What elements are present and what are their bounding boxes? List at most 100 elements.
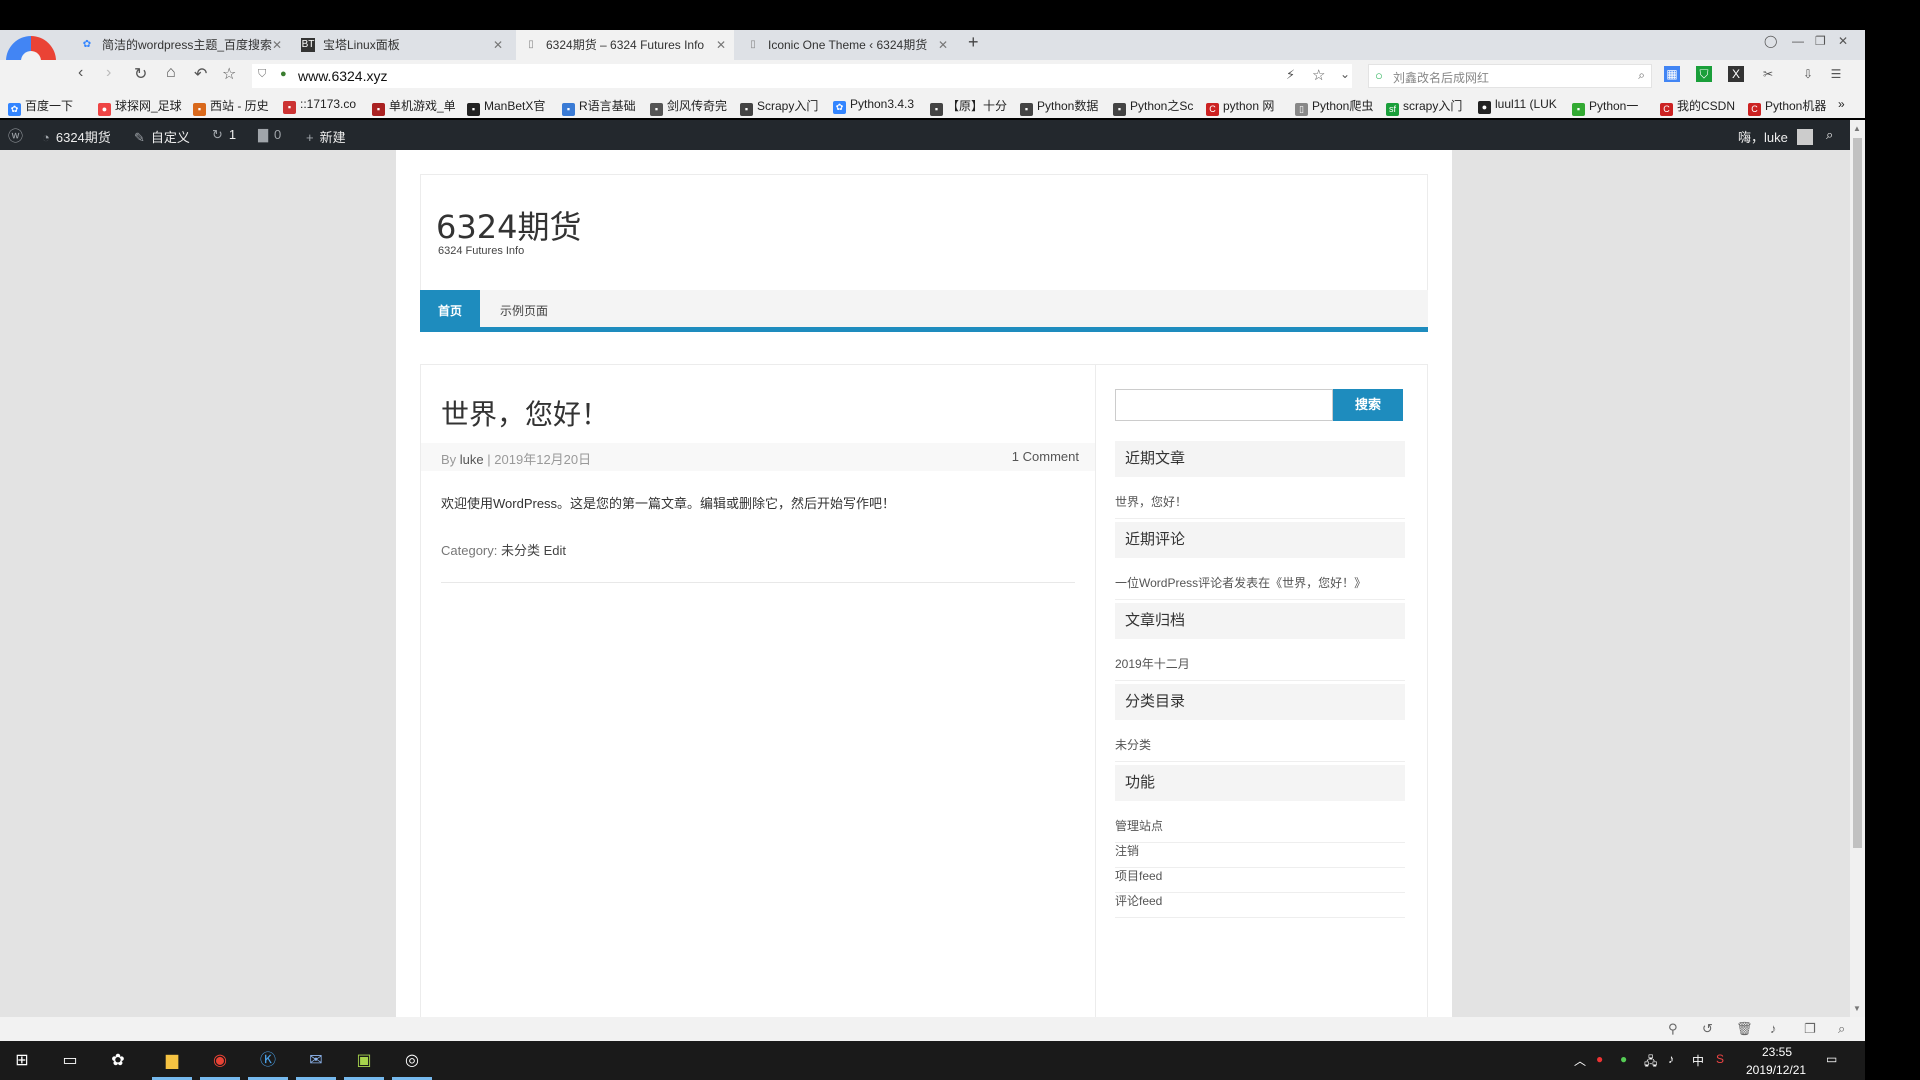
adminbar-search-icon[interactable]: ⌕ <box>1826 127 1833 143</box>
bookmark-item[interactable]: ▯ Python爬虫 <box>1295 97 1373 116</box>
window-close-icon[interactable]: ✕ <box>1838 34 1848 48</box>
bookmark-item[interactable]: ▪ Python数据 <box>1020 97 1098 116</box>
speaker-icon[interactable]: ♪ <box>1668 1052 1674 1066</box>
chevron-down-icon[interactable]: ⌄ <box>1340 67 1350 81</box>
browser-taskbar-icon[interactable]: ◉ <box>206 1047 234 1075</box>
adminbar-site[interactable]: ◔ 6324期货 <box>42 127 111 146</box>
search-icon[interactable]: ⌕ <box>1638 68 1645 83</box>
pycharm-icon[interactable]: ▣ <box>350 1047 378 1075</box>
clock-time[interactable]: 23:55 <box>1762 1045 1792 1059</box>
page-scrollbar[interactable]: ▲ ▼ <box>1850 120 1865 1017</box>
post-comments-link[interactable]: 1 Comment <box>1012 449 1079 464</box>
scissors-icon[interactable]: ✂ <box>1760 66 1776 82</box>
site-title[interactable]: 6324期货 <box>436 202 581 248</box>
mail-icon[interactable]: ✉ <box>302 1047 330 1075</box>
back-icon[interactable]: ‹ <box>78 64 83 82</box>
bookmark-star-icon[interactable]: ☆ <box>1312 66 1325 84</box>
bookmark-item[interactable]: ▪::17173.co <box>283 97 356 114</box>
undo-icon[interactable]: ↶ <box>194 64 207 84</box>
bookmark-item[interactable]: ▪ Python一 <box>1572 97 1638 116</box>
widget-link[interactable]: 注销 <box>1115 842 1405 868</box>
menu-item-home[interactable]: 首页 <box>420 290 481 332</box>
window-icon[interactable]: ❐ <box>1804 1021 1816 1037</box>
trash-icon[interactable]: 🗑 <box>1736 1021 1753 1037</box>
bookmark-item[interactable]: ● 球探网_足球 <box>98 97 182 116</box>
post-date[interactable]: 2019年12月20日 <box>494 452 591 467</box>
adblock-icon[interactable]: ⛉ <box>1696 66 1712 82</box>
tab-baidu-search[interactable]: ✿ 简洁的wordpress主题_百度搜索 ✕ <box>72 30 290 60</box>
network-icon[interactable]: 🖧 <box>1644 1052 1657 1073</box>
menu-item-sample-page[interactable]: 示例页面 <box>482 290 566 332</box>
sync-icon[interactable]: ↺ <box>1702 1021 1713 1037</box>
app-icon[interactable]: ✿ <box>104 1047 132 1075</box>
download-icon[interactable]: ⇩ <box>1800 66 1816 82</box>
restore-icon[interactable]: ❐ <box>1815 34 1826 48</box>
widget-link[interactable]: 项目feed <box>1115 867 1405 893</box>
shield-icon[interactable]: ⛉ <box>258 68 266 81</box>
adminbar-comments[interactable]: ▇ 0 <box>258 127 281 143</box>
widget-link[interactable]: 一位WordPress评论者发表在《世界，您好！》 <box>1115 574 1405 600</box>
pin-icon[interactable]: ⚲ <box>1668 1021 1678 1037</box>
bookmark-item[interactable]: ● luul11 (LUK <box>1478 97 1557 114</box>
tray-expand-icon[interactable]: ︿ <box>1574 1052 1586 1069</box>
skin-icon[interactable]: ◯ <box>1764 34 1777 48</box>
notification-icon[interactable]: ▭ <box>1826 1052 1837 1066</box>
bookmark-item[interactable]: ▪ 西站 - 历史 <box>193 97 269 116</box>
close-icon[interactable]: ✕ <box>493 30 503 60</box>
widget-link[interactable]: 评论feed <box>1115 892 1405 918</box>
menu-icon[interactable]: ☰ <box>1828 66 1844 82</box>
tray-app-icon[interactable]: ● <box>1620 1052 1627 1066</box>
bookmark-item[interactable]: ▪ ManBetX官 <box>467 97 545 116</box>
browser-search-input[interactable]: ○ 刘鑫改名后成网红 ⌕ <box>1368 64 1652 88</box>
adminbar-new[interactable]: + 新建 <box>306 127 346 146</box>
close-icon[interactable]: ✕ <box>716 30 726 60</box>
volume-icon[interactable]: ♪ <box>1770 1021 1777 1036</box>
tray-app-icon[interactable]: ● <box>1596 1052 1603 1066</box>
bookmark-item[interactable]: ▪ 【原】十分 <box>930 97 1007 116</box>
bookmark-item[interactable]: C 我的CSDN <box>1660 97 1735 116</box>
scroll-up-icon[interactable]: ▲ <box>1853 124 1861 133</box>
clock-date[interactable]: 2019/12/21 <box>1746 1063 1806 1077</box>
task-view-icon[interactable]: ▭ <box>56 1047 84 1075</box>
adminbar-account[interactable]: 嗨，luke <box>1738 127 1814 146</box>
adminbar-customize[interactable]: ✎ 自定义 <box>134 127 190 146</box>
obs-icon[interactable]: ◎ <box>398 1047 426 1075</box>
bookmark-item[interactable]: Cpython 网 <box>1206 97 1274 116</box>
bookmark-item[interactable]: ✿ 百度一下 <box>8 97 73 116</box>
site-info-icon[interactable]: ● <box>280 68 287 80</box>
widget-link[interactable]: 未分类 <box>1115 736 1405 762</box>
new-tab-button[interactable]: + <box>968 32 979 53</box>
lightning-icon[interactable]: ⚡ <box>1286 67 1295 83</box>
tab-bt-panel[interactable]: BT 宝塔Linux面板 ✕ <box>293 30 511 60</box>
scroll-down-icon[interactable]: ▼ <box>1853 1004 1861 1013</box>
address-bar[interactable]: ⛉ ● www.6324.xyz ⚡ ☆ ⌄ <box>252 64 1352 88</box>
widget-link[interactable]: 管理站点 <box>1115 817 1405 843</box>
apps-icon[interactable]: ▦ <box>1664 66 1680 82</box>
bookmark-item[interactable]: C Python机器 <box>1748 97 1826 116</box>
zoom-icon[interactable]: ⌕ <box>1838 1021 1845 1037</box>
adminbar-updates[interactable]: ↻ 1 <box>212 127 236 143</box>
bookmark-item[interactable]: ▪ Scrapy入门 <box>740 97 818 116</box>
tab-iconic-one[interactable]: ▯ Iconic One Theme ‹ 6324期货 ✕ <box>738 30 956 60</box>
k-app-icon[interactable]: Ⓚ <box>254 1047 282 1075</box>
minimize-icon[interactable]: — <box>1792 34 1804 48</box>
bookmark-item[interactable]: sf scrapy入门 <box>1386 97 1462 116</box>
url-text[interactable]: www.6324.xyz <box>298 68 387 84</box>
x-extension-icon[interactable]: X <box>1728 66 1744 82</box>
sidebar-search-input[interactable] <box>1115 389 1333 421</box>
post-category-link[interactable]: 未分类 <box>501 543 540 558</box>
bookmark-item[interactable]: ▪ 剑风传奇完 <box>650 97 727 116</box>
reload-icon[interactable]: ↻ <box>134 64 147 84</box>
forward-icon[interactable]: › <box>106 64 111 82</box>
favorite-icon[interactable]: ☆ <box>222 64 236 84</box>
windows-start-icon[interactable]: ⊞ <box>8 1047 36 1075</box>
ime-indicator[interactable]: 中 <box>1692 1052 1704 1069</box>
bookmarks-more-icon[interactable]: » <box>1838 97 1845 111</box>
scroll-thumb[interactable] <box>1853 138 1862 848</box>
close-icon[interactable]: ✕ <box>272 30 282 60</box>
tab-6324[interactable]: ▯ 6324期货 – 6324 Futures Info ✕ <box>516 30 734 60</box>
post-edit-link[interactable]: Edit <box>544 543 566 558</box>
widget-link[interactable]: 2019年十二月 <box>1115 655 1405 681</box>
bookmark-item[interactable]: ▪ Python之Sc <box>1113 97 1193 116</box>
close-icon[interactable]: ✕ <box>938 30 948 60</box>
